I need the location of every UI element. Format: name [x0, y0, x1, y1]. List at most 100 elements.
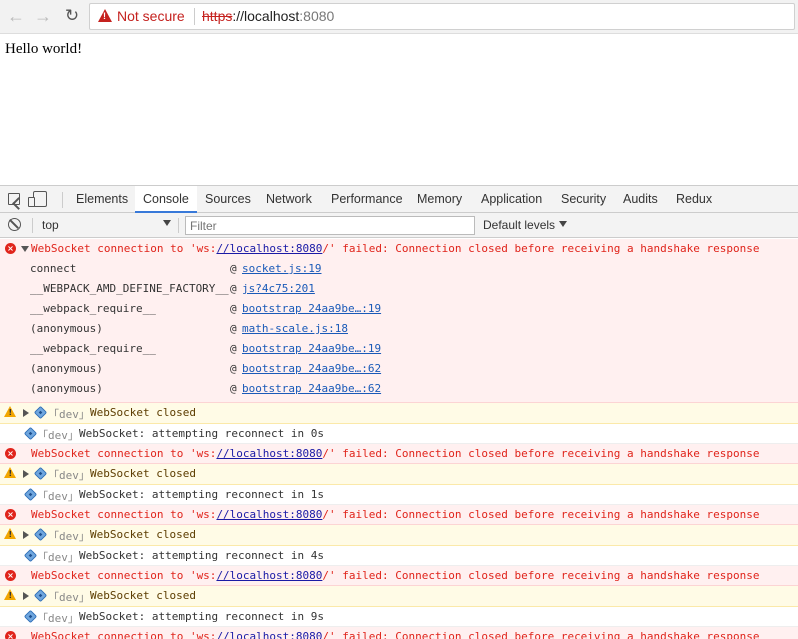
url-text[interactable]: https://localhost:8080: [202, 8, 334, 24]
warning-icon: [4, 589, 16, 600]
error-message: WebSocket connection to 'ws://localhost:…: [31, 447, 760, 460]
stack-source-link[interactable]: bootstrap 24aa9be…:62: [242, 382, 381, 395]
dev-tag: 「dev」: [48, 530, 90, 543]
tab-elements[interactable]: Elements: [76, 186, 128, 213]
device-toolbar-icon[interactable]: [28, 191, 47, 207]
tab-sources[interactable]: Sources: [205, 186, 251, 213]
warning-icon: [4, 406, 16, 417]
console-info-row[interactable]: 「dev」 WebSocket: attempting reconnect in…: [0, 546, 798, 566]
console-warning-row[interactable]: 「dev」 WebSocket closed: [0, 464, 798, 485]
webpack-icon: [23, 426, 38, 441]
webpack-icon: [33, 466, 48, 481]
toolbar-divider: [178, 218, 179, 233]
warning-message: WebSocket closed: [90, 589, 196, 602]
console-warning-row[interactable]: 「dev」 WebSocket closed: [0, 403, 798, 424]
stack-frame: __WEBPACK_AMD_DEFINE_FACTORY__ @ js?4c75:2…: [30, 282, 315, 295]
error-icon: ×: [5, 631, 16, 639]
context-selector[interactable]: top: [42, 218, 59, 232]
dev-tag: 「dev」: [48, 469, 90, 482]
warning-message: WebSocket closed: [90, 528, 196, 541]
filter-input[interactable]: [185, 216, 475, 235]
log-levels-dropdown[interactable]: Default levels: [483, 218, 555, 232]
stack-source-link[interactable]: bootstrap 24aa9be…:19: [242, 302, 381, 315]
stack-source-link[interactable]: math-scale.js:18: [242, 322, 348, 335]
tab-application[interactable]: Application: [481, 186, 542, 213]
webpack-icon: [23, 487, 38, 502]
url-port: :8080: [299, 8, 335, 24]
stack-source-link[interactable]: bootstrap 24aa9be…:62: [242, 362, 381, 375]
dev-tag: 「dev」: [37, 429, 79, 442]
info-message: WebSocket: attempting reconnect in 1s: [79, 488, 325, 501]
webpack-icon: [23, 609, 38, 624]
info-message: WebSocket: attempting reconnect in 4s: [79, 549, 325, 562]
info-message: WebSocket: attempting reconnect in 9s: [79, 610, 325, 623]
tab-redux[interactable]: Redux: [676, 186, 712, 213]
stack-source-link[interactable]: js?4c75:201: [242, 282, 315, 295]
stack-frame: (anonymous) @ math-scale.js:18: [30, 322, 348, 335]
reload-icon[interactable]: ↻: [62, 6, 82, 26]
webpack-icon: [33, 405, 48, 420]
expand-triangle-icon[interactable]: [21, 246, 29, 252]
stack-frame: connect @ socket.js:19: [30, 262, 322, 275]
warning-message: WebSocket closed: [90, 406, 196, 419]
tab-security[interactable]: Security: [561, 186, 606, 213]
stack-frame: (anonymous) @ bootstrap 24aa9be…:62: [30, 362, 382, 375]
console-info-row[interactable]: 「dev」 WebSocket: attempting reconnect in…: [0, 485, 798, 505]
expand-triangle-icon[interactable]: [23, 409, 29, 417]
webpack-icon: [33, 527, 48, 542]
expand-triangle-icon[interactable]: [23, 470, 29, 478]
tab-audits[interactable]: Audits: [623, 186, 658, 213]
inspect-element-icon[interactable]: [8, 193, 20, 205]
chevron-down-icon[interactable]: [163, 220, 171, 226]
webpack-icon: [33, 588, 48, 603]
back-arrow-icon[interactable]: ←: [6, 6, 26, 26]
stack-frame: __webpack_require__ @ bootstrap 24aa9be…:1…: [30, 342, 382, 355]
url-host: localhost: [244, 8, 300, 24]
console-info-row[interactable]: 「dev」 WebSocket: attempting reconnect in…: [0, 424, 798, 444]
devtools-tab-bar: Elements Console Sources Network Perform…: [0, 185, 798, 213]
warning-message: WebSocket closed: [90, 467, 196, 480]
console-error-row[interactable]: × WebSocket connection to 'ws://localhos…: [0, 627, 798, 639]
forward-arrow-icon[interactable]: →: [33, 6, 53, 26]
toolbar-divider: [32, 218, 33, 233]
webpack-icon: [23, 548, 38, 563]
expand-triangle-icon[interactable]: [23, 592, 29, 600]
expand-triangle-icon[interactable]: [23, 531, 29, 539]
console-error-row[interactable]: × WebSocket connection to 'ws://localhos…: [0, 566, 798, 586]
address-bar[interactable]: Not secure https://localhost:8080: [89, 3, 795, 30]
console-info-row[interactable]: 「dev」 WebSocket: attempting reconnect in…: [0, 607, 798, 627]
tab-console[interactable]: Console: [135, 186, 197, 213]
error-message: WebSocket connection to 'ws://localhost:…: [31, 242, 760, 255]
console-error-row[interactable]: × WebSocket connection to 'ws://localhos…: [0, 239, 798, 403]
tab-network[interactable]: Network: [266, 186, 312, 213]
stack-trace: connect @ socket.js:19 __WEBPACK_AMD_DEFIN…: [0, 262, 798, 402]
error-icon: ×: [5, 243, 16, 254]
omnibox-divider: [194, 8, 195, 25]
tab-performance[interactable]: Performance: [331, 186, 403, 213]
stack-source-link[interactable]: socket.js:19: [242, 262, 321, 275]
dev-tag: 「dev」: [37, 612, 79, 625]
info-message: WebSocket: attempting reconnect in 0s: [79, 427, 325, 440]
chevron-down-icon[interactable]: [559, 221, 567, 227]
warning-icon: [98, 9, 112, 22]
stack-frame: (anonymous) @ bootstrap 24aa9be…:62: [30, 382, 382, 395]
stack-source-link[interactable]: bootstrap 24aa9be…:19: [242, 342, 381, 355]
console-error-row[interactable]: × WebSocket connection to 'ws://localhos…: [0, 444, 798, 464]
console-warning-row[interactable]: 「dev」 WebSocket closed: [0, 586, 798, 607]
error-icon: ×: [5, 509, 16, 520]
console-output: × WebSocket connection to 'ws://localhos…: [0, 239, 798, 639]
console-toolbar: top Default levels: [0, 213, 798, 238]
console-warning-row[interactable]: 「dev」 WebSocket closed: [0, 525, 798, 546]
url-scheme: https: [202, 8, 233, 24]
tab-divider: [62, 192, 63, 208]
clear-console-icon[interactable]: [8, 218, 21, 231]
url-separator: ://: [232, 8, 245, 24]
stack-frame: __webpack_require__ @ bootstrap 24aa9be…:1…: [30, 302, 382, 315]
not-secure-label[interactable]: Not secure: [117, 8, 185, 24]
error-message: WebSocket connection to 'ws://localhost:…: [31, 508, 760, 521]
error-icon: ×: [5, 570, 16, 581]
console-error-row[interactable]: × WebSocket connection to 'ws://localhos…: [0, 505, 798, 525]
dev-tag: 「dev」: [37, 551, 79, 564]
tab-memory[interactable]: Memory: [417, 186, 462, 213]
dev-tag: 「dev」: [48, 408, 90, 421]
